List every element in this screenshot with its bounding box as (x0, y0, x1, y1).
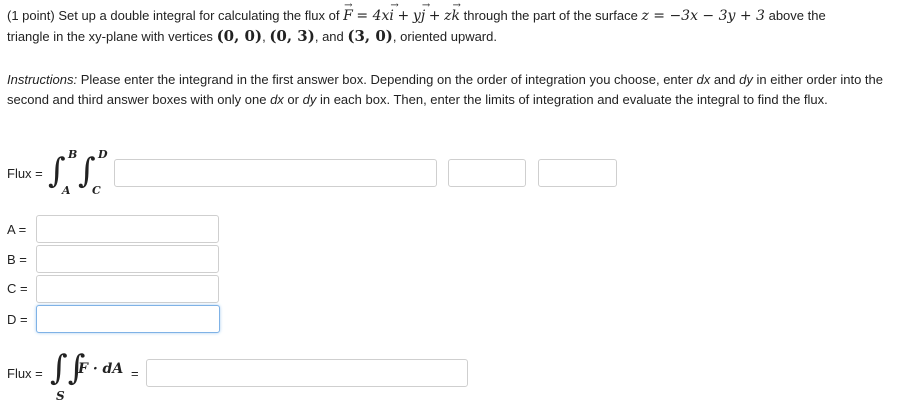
lower-limit-inner: C (92, 184, 101, 197)
unit-j: j (421, 0, 431, 26)
vertex-3: (3, 0) (347, 27, 393, 45)
problem-statement: (1 point) Set up a double integral for c… (7, 0, 907, 47)
integral-sign-inner: ∫ (78, 151, 96, 191)
vector-F: F (343, 0, 353, 26)
problem-line-2: triangle in the xy-plane with vertices (7, 29, 213, 44)
integral-sign-outer: ∫ (48, 151, 66, 191)
upper-limit-inner: D (98, 148, 108, 161)
vertex-1: (0, 0) (216, 27, 263, 45)
limit-c-input[interactable] (36, 275, 219, 303)
final-equals: = (131, 366, 139, 381)
flux-label: Flux = (7, 166, 43, 181)
limit-d-input[interactable] (36, 305, 220, 333)
problem-text-2: through the part of the surface (463, 8, 638, 23)
limit-b-label: B = (7, 252, 27, 267)
instructions: Instructions: Please enter the integrand… (7, 72, 883, 107)
double-integral-with-limits: ∫ B A ∫ D C (48, 148, 108, 198)
points-label: (1 point) (7, 8, 55, 23)
second-differential-input[interactable] (538, 159, 617, 187)
unit-i: i (389, 0, 400, 26)
first-differential-input[interactable] (448, 159, 526, 187)
limit-d-label: D = (7, 312, 28, 327)
final-flux-label: Flux = (7, 366, 43, 381)
final-flux-input[interactable] (146, 359, 468, 387)
eq-part: = 4 (356, 8, 382, 24)
limit-a-label: A = (7, 222, 27, 237)
limit-b-input[interactable] (36, 245, 219, 273)
instructions-label: Instructions: (7, 72, 78, 87)
vertex-2: (0, 3) (269, 27, 315, 45)
surface-equation: z = −3x − 3y + 3 (641, 8, 765, 24)
unit-k: k (452, 0, 462, 26)
lower-limit-outer: A (62, 184, 71, 197)
limit-a-input[interactable] (36, 215, 219, 243)
integrand-f-dot-da: F · dA (78, 361, 124, 377)
problem-text-1: Set up a double integral for calculating… (58, 8, 340, 23)
integrand-input[interactable] (114, 159, 437, 187)
upper-limit-outer: B (68, 148, 78, 161)
problem-text-3: above the (768, 8, 826, 23)
surface-subscript: S (56, 389, 65, 403)
limit-c-label: C = (7, 281, 28, 296)
problem-line-2b: oriented upward. (400, 29, 497, 44)
